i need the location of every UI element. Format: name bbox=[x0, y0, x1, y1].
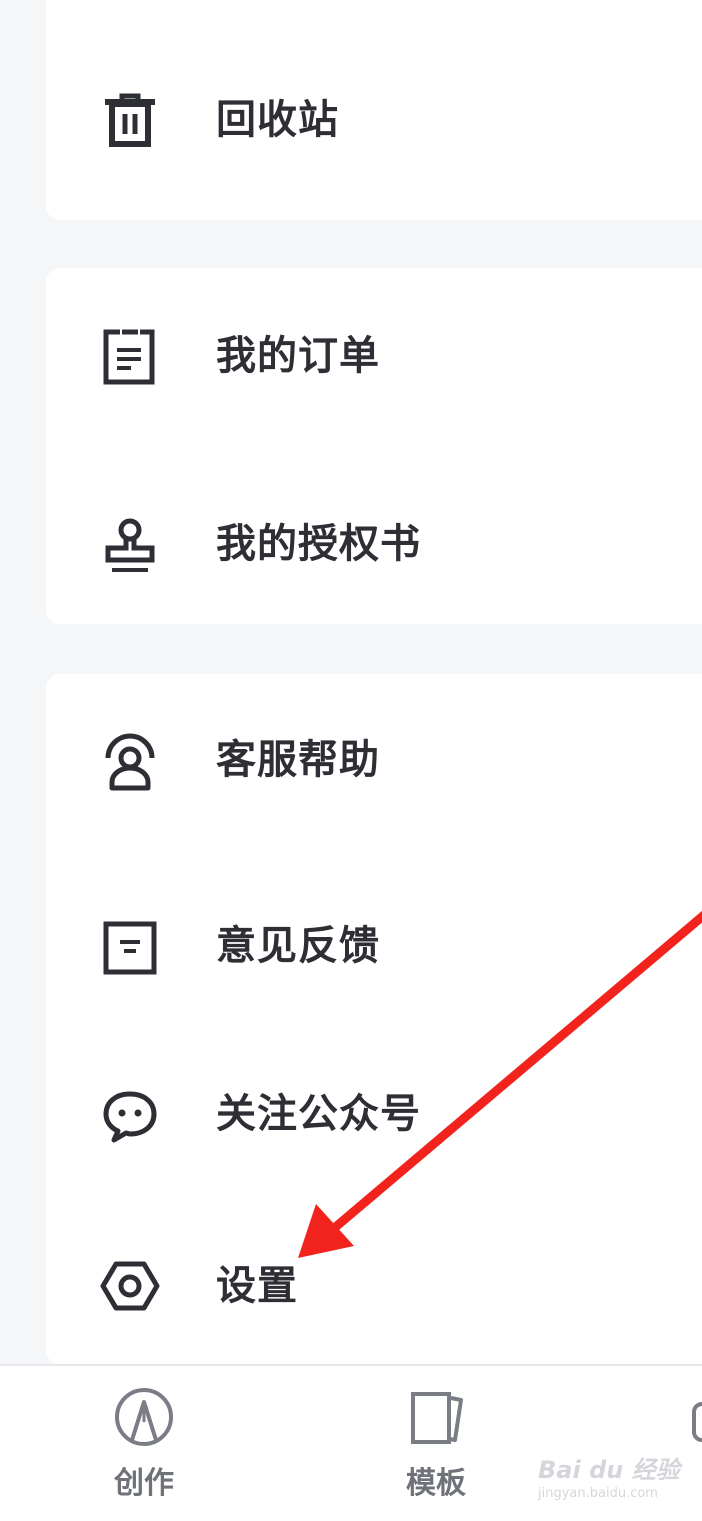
feedback-icon bbox=[100, 918, 160, 978]
menu-item-customer-service[interactable]: 客服帮助 bbox=[46, 702, 702, 822]
menu-item-authorization[interactable]: 我的授权书 bbox=[46, 486, 702, 606]
menu-card-orders: 我的订单 我的授权书 bbox=[46, 268, 702, 624]
tab-label: 模板 bbox=[406, 1466, 466, 1501]
tab-partial-icon[interactable] bbox=[692, 1402, 702, 1442]
settings-icon bbox=[100, 1256, 160, 1316]
stamp-icon bbox=[100, 516, 160, 576]
tab-create[interactable]: 创作 bbox=[94, 1366, 194, 1501]
menu-item-orders[interactable]: 我的订单 bbox=[46, 298, 702, 418]
bottom-tab-bar: 创作 模板 bbox=[0, 1364, 702, 1521]
tab-label: 创作 bbox=[114, 1466, 174, 1501]
menu-card-help: 客服帮助 意见反馈 关注公众号 设置 bbox=[46, 674, 702, 1364]
menu-item-follow-account[interactable]: 关注公众号 bbox=[46, 1056, 702, 1176]
menu-item-label: 回收站 bbox=[216, 97, 339, 143]
menu-card-trash: 回收站 bbox=[46, 0, 702, 220]
chat-bubble-icon bbox=[100, 1086, 160, 1146]
menu-item-label: 我的订单 bbox=[216, 333, 380, 379]
menu-item-label: 客服帮助 bbox=[216, 737, 380, 783]
menu-item-label: 设置 bbox=[216, 1263, 298, 1309]
order-icon bbox=[100, 326, 160, 386]
menu-item-label: 意见反馈 bbox=[216, 923, 380, 969]
menu-item-trash[interactable]: 回收站 bbox=[46, 60, 702, 180]
template-icon bbox=[405, 1386, 467, 1452]
menu-item-label: 关注公众号 bbox=[216, 1091, 421, 1137]
create-pen-icon bbox=[113, 1386, 175, 1452]
menu-item-label: 我的授权书 bbox=[216, 521, 421, 567]
menu-item-feedback[interactable]: 意见反馈 bbox=[46, 888, 702, 1008]
customer-service-icon bbox=[100, 732, 160, 792]
menu-item-settings[interactable]: 设置 bbox=[46, 1222, 702, 1342]
trash-icon bbox=[100, 90, 160, 150]
tab-template[interactable]: 模板 bbox=[386, 1366, 486, 1501]
